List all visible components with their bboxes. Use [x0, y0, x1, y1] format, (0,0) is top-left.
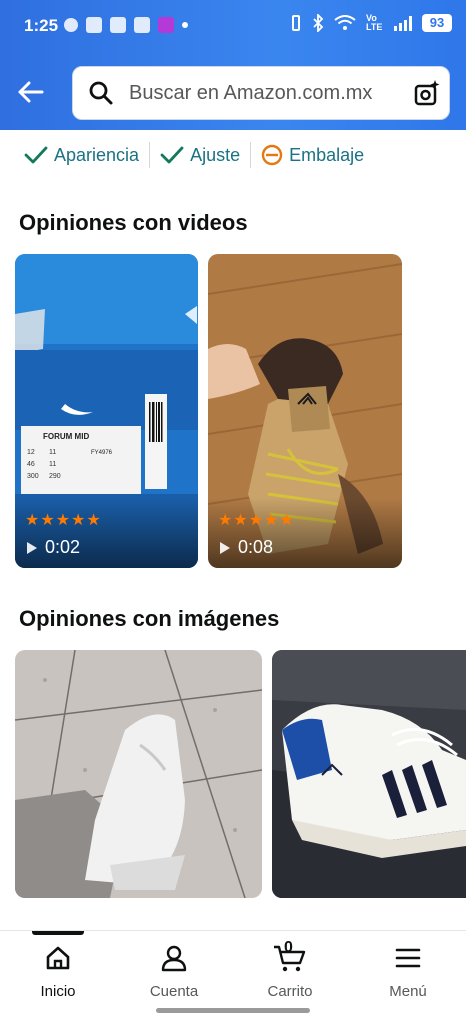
nav-label: Carrito — [267, 983, 313, 1000]
video-duration: 0:08 — [220, 537, 273, 558]
status-time: 1:25 — [24, 16, 59, 35]
blue-white-sneaker-photo — [272, 650, 466, 898]
nav-label: Inicio — [40, 983, 76, 1000]
video-duration: 0:02 — [27, 537, 80, 558]
box-size-text: 11 — [49, 461, 56, 468]
nav-label: Cuenta — [149, 983, 199, 1000]
chip-label: Ajuste — [190, 144, 241, 165]
star-rating: ★★★★★ — [25, 512, 102, 529]
back-button[interactable] — [12, 74, 48, 110]
top-bar: Buscar en Amazon.com.mx — [0, 56, 466, 130]
more-notifications-dot — [182, 22, 188, 28]
duration-label: 0:08 — [238, 537, 274, 557]
search-placeholder: Buscar en Amazon.com.mx — [129, 81, 373, 104]
box-size-text: 290 — [49, 473, 61, 480]
cart-count-badge: 0 — [284, 939, 293, 956]
network-label: Vo LTE — [366, 13, 383, 32]
chat-notification-icon — [64, 18, 78, 32]
system-icons: Vo LTE 93 — [290, 14, 452, 32]
check-icon — [24, 146, 48, 164]
vibrate-icon — [292, 15, 300, 31]
video-review-card[interactable]: FORUM MID FY4976 12 11 46 11 300 290 ★★★… — [15, 254, 198, 568]
nav-item-menu[interactable]: Menú — [358, 943, 458, 1000]
home-icon — [8, 943, 108, 973]
chip-apariencia[interactable]: Apariencia — [24, 142, 151, 168]
temu-notification-icon — [110, 17, 126, 33]
battery-indicator: 93 — [422, 14, 452, 32]
nav-item-cuenta[interactable]: Cuenta — [124, 943, 224, 1000]
chip-ajuste[interactable]: Ajuste — [160, 142, 252, 168]
camera-sparkle-icon — [414, 80, 440, 106]
box-size-text: 46 — [27, 461, 35, 468]
notification-icons — [64, 17, 188, 33]
search-input[interactable]: Buscar en Amazon.com.mx — [72, 66, 450, 120]
status-bar: 1:25 Vo LTE 93 — [0, 0, 466, 56]
nav-label: Menú — [389, 983, 427, 1000]
chip-label: Embalaje — [289, 144, 365, 165]
white-sneaker-floor-photo — [15, 650, 262, 898]
minus-circle-icon — [261, 144, 283, 166]
play-icon — [27, 541, 37, 554]
star-rating: ★★★★★ — [218, 512, 295, 529]
shop-notification-icon — [134, 17, 150, 33]
cart-icon: 0 — [240, 939, 340, 973]
nav-item-inicio[interactable]: Inicio — [8, 943, 108, 1000]
box-code-text: FY4976 — [91, 450, 113, 456]
box-size-text: 11 — [49, 449, 56, 456]
camera-search-button[interactable] — [405, 66, 449, 120]
box-model-text: FORUM MID — [43, 432, 89, 441]
review-attribute-chips: Apariencia Ajuste Embalaje — [24, 140, 384, 170]
image-review-card[interactable] — [15, 650, 262, 898]
play-icon — [220, 541, 230, 554]
signal-icon — [394, 15, 412, 31]
back-arrow-icon — [18, 81, 44, 103]
chip-embalaje[interactable]: Embalaje — [261, 142, 374, 168]
menu-icon — [358, 943, 458, 973]
app-purple-notification-icon — [158, 17, 174, 33]
videos-section-title: Opiniones con videos — [19, 210, 248, 235]
bluetooth-icon — [313, 14, 324, 32]
app-notification-icon — [86, 17, 102, 33]
gesture-bar[interactable] — [156, 1008, 310, 1013]
wifi-icon — [334, 15, 356, 30]
user-icon — [124, 943, 224, 973]
nav-item-carrito[interactable]: 0 Carrito — [240, 939, 340, 1000]
check-icon — [160, 146, 184, 164]
video-review-card[interactable]: ★★★★★ 0:08 — [208, 254, 402, 568]
active-tab-indicator — [32, 931, 84, 935]
image-review-card[interactable] — [272, 650, 466, 898]
duration-label: 0:02 — [45, 537, 81, 557]
search-icon — [73, 66, 129, 120]
box-size-text: 12 — [27, 449, 35, 456]
chip-label: Apariencia — [54, 144, 140, 165]
box-size-text: 300 — [27, 473, 39, 480]
images-section-title: Opiniones con imágenes — [19, 606, 280, 631]
